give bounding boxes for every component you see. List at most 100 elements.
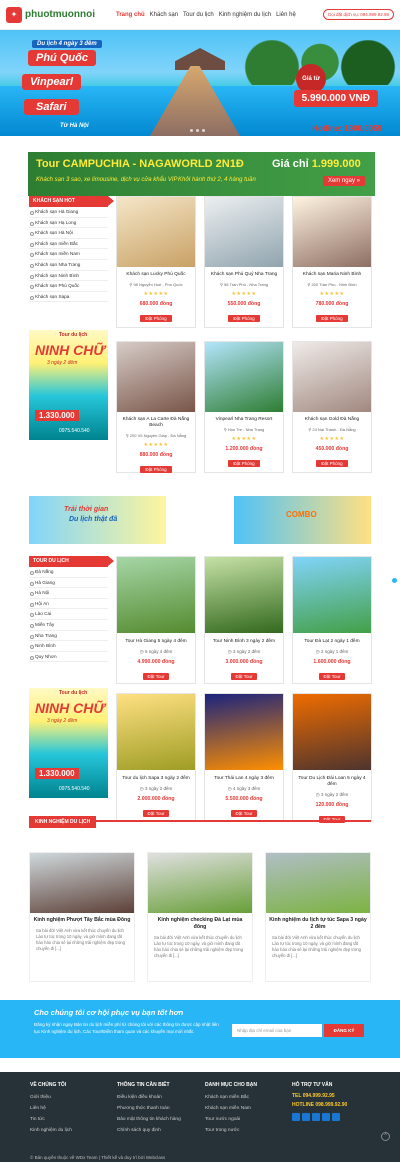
slider-dots[interactable]	[190, 129, 205, 132]
nav-hotels[interactable]: Khách sạn	[150, 12, 178, 18]
google-icon[interactable]	[322, 1113, 330, 1121]
tour-image[interactable]	[293, 694, 371, 770]
hotel-name[interactable]: Vinpearl Nha Trang Resort	[208, 417, 280, 423]
hotel-name[interactable]: Khách sạn Gold Đà Nẵng	[296, 417, 368, 423]
sidebar-item-tour[interactable]: Hà Nội	[29, 588, 108, 599]
footer-link[interactable]: Kinh nghiệm du lịch	[30, 1125, 72, 1136]
hotel-card[interactable]: Khách sạn Maria Ninh Bình ⚲ 200 Trần Phú …	[292, 196, 372, 328]
footer-link[interactable]: Tin tức	[30, 1114, 72, 1125]
book-room-button[interactable]: Đặt Phòng	[140, 315, 172, 322]
hotel-card[interactable]: Khách sạn A La Carte Đà Nẵng Beach ⚲ 200 …	[116, 341, 196, 473]
hotel-image[interactable]	[117, 197, 195, 267]
hotel-card[interactable]: Khách sạn Phú Quý Nha Trang ⚲ 98 Trần Phú…	[204, 196, 284, 328]
tour-card[interactable]: Tour Du Lịch Đài Loan 5 ngày 4 đêm ◷ 3 ng…	[292, 693, 372, 823]
sidebar-item-hotel[interactable]: Khách sạn Hạ Long	[29, 218, 108, 229]
book-room-button[interactable]: Đặt Phòng	[316, 315, 348, 322]
footer-link[interactable]: Bảo mật thông tin khách hàng	[117, 1114, 181, 1125]
hotel-name[interactable]: Khách sạn Maria Ninh Bình	[296, 272, 368, 278]
footer-link[interactable]: Khách sạn miền Nam	[205, 1103, 257, 1114]
tour-image[interactable]	[117, 557, 195, 633]
tour-image[interactable]	[205, 694, 283, 770]
twitter-icon[interactable]	[302, 1113, 310, 1121]
promo-view-button[interactable]: Xem ngay »	[322, 176, 365, 186]
book-room-button[interactable]: Đặt Phòng	[316, 460, 348, 467]
hotel-image[interactable]	[293, 197, 371, 267]
sidebar-item-tour[interactable]: Miền Tây	[29, 620, 108, 631]
tour-image[interactable]	[293, 557, 371, 633]
footer-tel[interactable]: TEL 094.999.92.95	[292, 1092, 347, 1101]
nav-experience[interactable]: Kinh nghiệm du lịch	[219, 12, 271, 18]
sidebar-item-hotel[interactable]: Khách sạn Ninh Bình	[29, 271, 108, 282]
sidebar-item-hotel[interactable]: Khách sạn Sapa	[29, 292, 108, 303]
book-room-button[interactable]: Đặt Phòng	[228, 460, 260, 467]
hotel-card[interactable]: Khách sạn Lucky Phú Quốc ⚲ 98 Nguyễn Huệ …	[116, 196, 196, 328]
footer-link[interactable]: Tour nước ngoài	[205, 1114, 257, 1125]
tour-image[interactable]	[117, 694, 195, 770]
footer-link[interactable]: Tour trong nước	[205, 1125, 257, 1136]
sidebar-item-hotel[interactable]: Khách sạn Hà Nội	[29, 228, 108, 239]
experience-title[interactable]: Kinh nghiệm Phượt Tây Bắc mùa Đông	[33, 917, 131, 924]
facebook-icon[interactable]	[292, 1113, 300, 1121]
email-input[interactable]: Nhập địa chỉ email của bạn	[232, 1024, 322, 1037]
nav-contact[interactable]: Liên hệ	[276, 12, 296, 18]
footer-link[interactable]: Liên hệ	[30, 1103, 72, 1114]
hotel-image[interactable]	[205, 342, 283, 412]
book-tour-button[interactable]: Đặt Tour	[230, 673, 258, 680]
tour-card[interactable]: Tour Đà Lạt 2 ngày 1 đêm ◷ 2 ngày 1 đêm 1.…	[292, 556, 372, 684]
hotel-card[interactable]: Khách sạn Gold Đà Nẵng ⚲ 24 Nại Thành - Đ…	[292, 341, 372, 473]
experience-card[interactable]: Kinh nghiệm Phượt Tây Bắc mùa Đông Sa bài…	[29, 852, 135, 982]
book-tour-button[interactable]: Đặt Tour	[318, 673, 346, 680]
ad-banner-2[interactable]: COMBO	[234, 496, 371, 544]
linkedin-icon[interactable]	[332, 1113, 340, 1121]
experience-image[interactable]	[266, 853, 370, 913]
sidebar-item-tour[interactable]: Quy Nhơn	[29, 652, 108, 663]
tour-card[interactable]: Tour Hà Giang 5 ngày 4 đêm ◷ 5 ngày 4 đêm…	[116, 556, 196, 684]
hotel-name[interactable]: Khách sạn Phú Quý Nha Trang	[208, 272, 280, 278]
experience-title[interactable]: Kinh nghiệm du lịch tự túc Sapa 3 ngày 2…	[269, 917, 367, 931]
tour-name[interactable]: Tour Đà Lạt 2 ngày 1 đêm	[296, 639, 368, 645]
ad-banner-1[interactable]: Trải thời gian Du lịch thật đã	[29, 496, 166, 544]
tour-card[interactable]: Tour du lịch Sapa 3 ngày 2 đêm ◷ 3 ngày 2…	[116, 693, 196, 821]
tour-name[interactable]: Tour Hà Giang 5 ngày 4 đêm	[120, 639, 192, 645]
footer-link[interactable]: Điều kiện điều khoản	[117, 1092, 181, 1103]
experience-card[interactable]: Kinh nghiệm du lịch tự túc Sapa 3 ngày 2…	[265, 852, 371, 982]
hotel-name[interactable]: Khách sạn A La Carte Đà Nẵng Beach	[120, 417, 192, 429]
tour-image[interactable]	[205, 557, 283, 633]
sidebar-item-tour[interactable]: Ninh Bình	[29, 641, 108, 652]
nav-tours[interactable]: Tour du lịch	[183, 12, 214, 18]
floating-dot[interactable]	[392, 578, 397, 583]
tour-name[interactable]: Tour Du Lịch Đài Loan 5 ngày 4 đêm	[296, 776, 368, 788]
hotel-image[interactable]	[117, 342, 195, 412]
nav-home[interactable]: Trang chủ	[116, 12, 145, 18]
book-room-button[interactable]: Đặt Phòng	[228, 315, 260, 322]
experience-title[interactable]: Kinh nghiệm checking Đà Lạt mùa đông	[151, 917, 249, 931]
tour-card[interactable]: Tour Thái Lan 4 ngày 3 đêm ◷ 4 ngày 3 đêm…	[204, 693, 284, 821]
hotel-image[interactable]	[293, 342, 371, 412]
sidebar-item-hotel[interactable]: Khách sạn miền Bắc	[29, 239, 108, 250]
book-tour-button[interactable]: Đặt Tour	[142, 673, 170, 680]
sidebar-item-hotel[interactable]: Khách sạn Nha Trang	[29, 260, 108, 271]
youtube-icon[interactable]	[312, 1113, 320, 1121]
sidebar-item-hotel[interactable]: Khách sạn Phú Quốc	[29, 281, 108, 292]
experience-image[interactable]	[30, 853, 134, 913]
hotel-card[interactable]: Vinpearl Nha Trang Resort ⚲ Hòn Tre - Nha…	[204, 341, 284, 473]
side-promo-ninhchu[interactable]: Tour du lịch NINH CHỮ 3 ngày 2 đêm 1.330…	[29, 330, 108, 440]
footer-link[interactable]: Giới thiệu	[30, 1092, 72, 1103]
footer-link[interactable]: Phương thức thanh toán	[117, 1103, 181, 1114]
footer-link[interactable]: Chính sách quy định	[117, 1125, 181, 1136]
sidebar-item-tour[interactable]: Hà Giang	[29, 578, 108, 589]
hotel-name[interactable]: Khách sạn Lucky Phú Quốc	[120, 272, 192, 278]
back-to-top-icon[interactable]: ^	[381, 1132, 390, 1141]
sidebar-item-tour[interactable]: Nha Trang	[29, 631, 108, 642]
tour-card[interactable]: Tour Ninh Bình 3 ngày 2 đêm ◷ 3 ngày 2 đê…	[204, 556, 284, 684]
sidebar-item-tour[interactable]: Đà Nẵng	[29, 567, 108, 578]
tour-name[interactable]: Tour Ninh Bình 3 ngày 2 đêm	[208, 639, 280, 645]
sidebar-item-tour[interactable]: Hội An	[29, 599, 108, 610]
promo-banner[interactable]: Tour CAMPUCHIA - NAGAWORLD 2N1Đ Giá chỉ …	[28, 152, 375, 196]
logo[interactable]: ✦ phuotmuonnoi	[6, 6, 116, 23]
side-promo-ninhchu-2[interactable]: Tour du lịch NINH CHỮ 3 ngày 2 đêm 1.330…	[29, 688, 108, 798]
footer-hotline[interactable]: HOTLINE 098.999.92.90	[292, 1101, 347, 1110]
subscribe-button[interactable]: ĐĂNG KÝ	[324, 1024, 364, 1037]
hotline-button[interactable]: Gọi đặt dịch vụ: 094.999.92.95	[322, 9, 394, 20]
sidebar-item-tour[interactable]: Lào Cai	[29, 609, 108, 620]
